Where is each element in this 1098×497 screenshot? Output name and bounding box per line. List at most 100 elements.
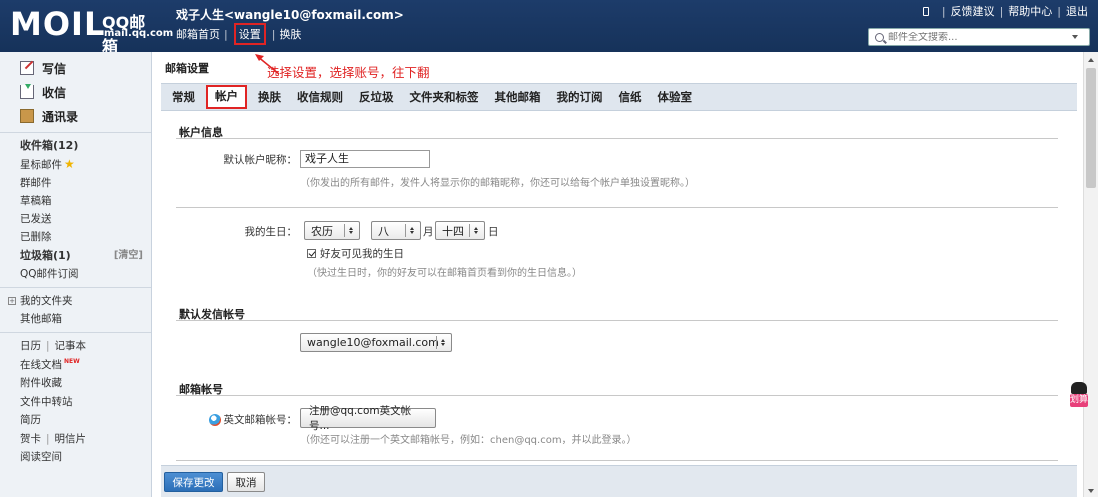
online-docs-link[interactable]: 在线文档 [20, 359, 62, 371]
birthday-label: 我的生日： [244, 226, 298, 238]
nickname-label: 默认帐户昵称： [223, 154, 298, 166]
sidebar-item-other-mail[interactable]: 其他邮箱 [8, 310, 151, 328]
tab-rules[interactable]: 收信规则 [296, 86, 344, 108]
sidebar-item-sent[interactable]: 已发送 [20, 210, 151, 228]
english-account-label: 英文邮箱帐号： [223, 414, 298, 426]
resume-link[interactable]: 简历 [20, 411, 151, 430]
greeting-card-link[interactable]: 贺卡 [20, 433, 41, 445]
header-nav: 邮箱首页 | 设置 | 换肤 [176, 23, 301, 45]
sidebar-item-subscribe[interactable]: QQ邮件订阅 [20, 265, 151, 283]
separator: | [46, 340, 50, 353]
annotation-text: 选择设置，选择账号，往下翻 [267, 65, 430, 80]
feedback-link[interactable]: 反馈建议 [951, 3, 995, 19]
file-transfer-link[interactable]: 文件中转站 [20, 393, 151, 412]
settings-link[interactable]: 设置 [233, 23, 266, 45]
save-button[interactable]: 保存更改 [164, 472, 223, 492]
sidebar-main-actions: 写信 收信 通讯录 [0, 52, 151, 128]
user-account: 戏子人生<wangle10@foxmail.com> [176, 8, 404, 22]
calendar-type-value: 农历 [311, 224, 333, 238]
phone-icon[interactable] [922, 6, 929, 16]
divider [0, 332, 151, 334]
separator: | [999, 4, 1004, 18]
main-content: 邮箱设置 选择设置，选择账号，往下翻 常规 帐户 换肤 收信规则 反垃圾 文件夹… [153, 52, 1098, 497]
notes-link[interactable]: 记事本 [55, 340, 87, 352]
birthday-hint: （快过生日时，你的好友可以在邮箱首页看到你的生日信息。） [307, 268, 582, 279]
checkbox-checked-icon[interactable] [307, 249, 316, 258]
separator: | [271, 27, 276, 41]
chevron-down-icon[interactable] [1072, 35, 1078, 39]
qq-mail-logo[interactable]: MOIL QQ邮箱 mail.qq.com [10, 4, 173, 56]
contacts-button[interactable]: 通讯录 [20, 104, 151, 128]
skin-link[interactable]: 换肤 [279, 26, 301, 42]
attachments-link[interactable]: 附件收藏 [20, 374, 151, 393]
star-icon: ★ [64, 157, 75, 172]
search-input[interactable] [888, 31, 1068, 43]
floating-deal-widget[interactable]: 划算 [1070, 382, 1088, 418]
postcard-link[interactable]: 明信片 [55, 433, 87, 445]
calendar-type-select[interactable]: 农历 [304, 221, 360, 240]
show-birthday-checkbox[interactable]: 好友可见我的生日 [307, 246, 404, 261]
tab-general[interactable]: 常规 [171, 86, 196, 108]
receive-icon [20, 84, 34, 99]
sidebar-item-starred[interactable]: 星标邮件 ★ [20, 155, 151, 173]
sidebar-item-spam[interactable]: 垃圾箱(1) [清空] [20, 247, 151, 265]
register-english-account-button[interactable]: 注册@qq.com英文帐号... [300, 405, 436, 432]
divider [176, 460, 1058, 461]
sidebar-item-inbox[interactable]: 收件箱(12) [20, 137, 151, 155]
sidebar-item-my-folders[interactable]: + 我的文件夹 [8, 292, 151, 310]
help-link[interactable]: 帮助中心 [1008, 3, 1052, 19]
sidebar-item-group[interactable]: 群邮件 [20, 174, 151, 192]
cancel-button[interactable]: 取消 [227, 472, 265, 492]
divider [176, 207, 1058, 208]
receive-button[interactable]: 收信 [20, 80, 151, 104]
logo-mark: MOIL [10, 5, 106, 43]
contacts-label: 通讯录 [42, 109, 79, 124]
tab-folders-labels[interactable]: 文件夹和标签 [409, 86, 480, 108]
divider [0, 287, 151, 289]
tab-skin[interactable]: 换肤 [257, 86, 282, 108]
day-select[interactable]: 十四 [435, 221, 485, 240]
deal-widget-label: 划算 [1070, 394, 1089, 407]
select-arrows-icon [405, 224, 417, 237]
tab-antispam[interactable]: 反垃圾 [358, 86, 395, 108]
sidebar-item-drafts[interactable]: 草稿箱 [20, 192, 151, 210]
separator: | [224, 27, 228, 41]
my-folders: + 我的文件夹 其他邮箱 [0, 292, 151, 328]
divider [176, 138, 1058, 139]
mailbox-home-link[interactable]: 邮箱首页 [176, 26, 220, 42]
search-box[interactable] [868, 28, 1090, 46]
expand-icon[interactable]: + [8, 297, 16, 306]
english-account-hint: （你还可以注册一个英文邮箱帐号，例如：chen@qq.com，并以此登录。） [300, 435, 637, 446]
logout-link[interactable]: 退出 [1066, 3, 1088, 19]
action-bar: 保存更改 取消 [161, 465, 1077, 497]
tab-lab[interactable]: 体验室 [657, 86, 694, 108]
tab-subscriptions[interactable]: 我的订阅 [556, 86, 604, 108]
compose-button[interactable]: 写信 [20, 56, 151, 80]
top-header: MOIL QQ邮箱 mail.qq.com 戏子人生<wangle10@foxm… [0, 0, 1098, 56]
tab-other-mailbox[interactable]: 其他邮箱 [494, 86, 542, 108]
scroll-down-arrow-icon[interactable] [1088, 489, 1094, 493]
calendar-notes-row: 日历 | 记事本 [20, 337, 151, 356]
day-value: 十四 [442, 224, 464, 238]
nickname-input[interactable]: 戏子人生 [300, 150, 430, 168]
show-birthday-label: 好友可见我的生日 [320, 248, 404, 260]
separator: | [1057, 4, 1061, 18]
divider [176, 320, 1058, 321]
tab-account[interactable]: 帐户 [206, 85, 247, 109]
clear-spam-link[interactable]: [清空] [114, 247, 143, 265]
cards-row: 贺卡 | 明信片 [20, 430, 151, 449]
compose-label: 写信 [42, 61, 67, 76]
separator: | [46, 432, 50, 445]
sidebar-item-deleted[interactable]: 已删除 [20, 228, 151, 246]
top-links: | 反馈建议 | 帮助中心 | 退出 [922, 3, 1088, 19]
scroll-thumb[interactable] [1086, 68, 1096, 188]
reading-space-link[interactable]: 阅读空间 [20, 448, 151, 467]
default-sender-select[interactable]: wangle10@foxmail.com [300, 333, 452, 352]
calendar-link[interactable]: 日历 [20, 340, 41, 352]
tool-links: 日历 | 记事本 在线文档 NEW 附件收藏 文件中转站 简历 贺卡 | 明信片 阅读空间 [0, 337, 151, 467]
tab-stationery[interactable]: 信纸 [618, 86, 643, 108]
month-select[interactable]: 八 [371, 221, 421, 240]
scroll-up-arrow-icon[interactable] [1088, 58, 1094, 62]
vertical-scrollbar[interactable] [1083, 52, 1098, 497]
folder-list: 收件箱(12) 星标邮件 ★ 群邮件 草稿箱 已发送 已删除 垃圾箱(1) [清空]… [0, 137, 151, 283]
